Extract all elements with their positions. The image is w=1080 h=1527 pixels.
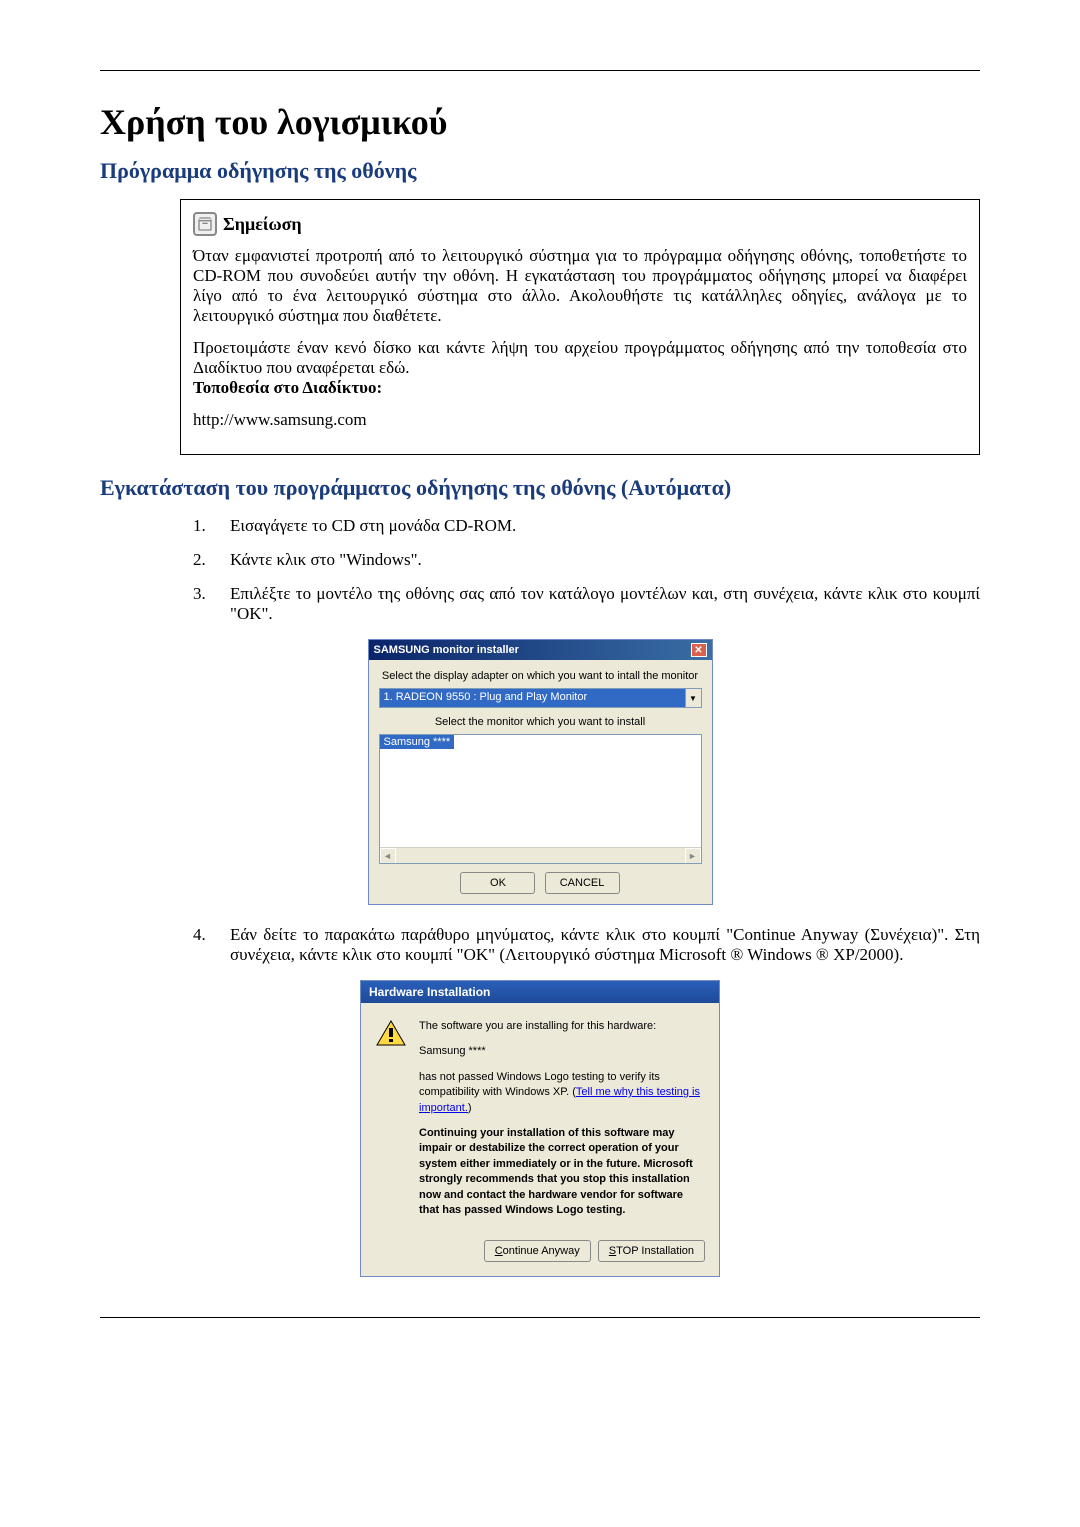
installer-label-adapter: Select the display adapter on which you …	[379, 670, 702, 682]
hardware-dialog: Hardware Installation The software you a…	[360, 980, 720, 1277]
step-1: Εισαγάγετε το CD στη μονάδα CD-ROM.	[210, 516, 980, 536]
hardware-text: The software you are installing for this…	[419, 1019, 705, 1228]
monitor-list[interactable]: Samsung **** ◄ ►	[379, 734, 702, 864]
hardware-content: The software you are installing for this…	[361, 1003, 719, 1240]
install-steps: Εισαγάγετε το CD στη μονάδα CD-ROM. Κάντ…	[180, 516, 980, 624]
note-icon	[193, 212, 217, 236]
close-icon[interactable]: ✕	[691, 643, 707, 657]
installer-titlebar: SAMSUNG monitor installer ✕	[369, 640, 712, 660]
install-steps-continued: Εάν δείτε το παρακάτω παράθυρο μηνύματος…	[180, 925, 980, 965]
stop-installation-button[interactable]: STOP Installation	[598, 1240, 705, 1262]
section-heading-install: Εγκατάσταση του προγράμματος οδήγησης τη…	[100, 475, 980, 501]
note-header: Σημείωση	[193, 212, 967, 236]
hardware-line2: Samsung ****	[419, 1044, 705, 1059]
continue-anyway-button[interactable]: Continue Anyway	[484, 1240, 591, 1262]
step-2: Κάντε κλικ στο "Windows".	[210, 550, 980, 570]
step-4: Εάν δείτε το παρακάτω παράθυρο μηνύματος…	[210, 925, 980, 965]
cancel-button[interactable]: CANCEL	[545, 872, 620, 894]
hardware-warning-bold: Continuing your installation of this sof…	[419, 1126, 705, 1218]
step-3: Επιλέξτε το μοντέλο της οθόνης σας από τ…	[210, 584, 980, 624]
scroll-right-icon[interactable]: ►	[685, 848, 701, 864]
section-heading-driver: Πρόγραμμα οδήγησης της οθόνης	[100, 158, 980, 184]
hardware-titlebar: Hardware Installation	[361, 981, 719, 1003]
warning-icon	[375, 1019, 407, 1047]
top-divider	[100, 70, 980, 71]
scroll-left-icon[interactable]: ◄	[380, 848, 396, 864]
installer-label-monitor: Select the monitor which you want to ins…	[379, 716, 702, 728]
installer-dialog: SAMSUNG monitor installer ✕ Select the d…	[368, 639, 713, 905]
monitor-list-item: Samsung ****	[380, 735, 455, 749]
page-title: Χρήση του λογισμικού	[100, 101, 980, 143]
note-box: Σημείωση Όταν εμφανιστεί προτροπή από το…	[180, 199, 980, 455]
note-url-link[interactable]: http://www.samsung.com	[193, 410, 367, 429]
note-url-label: Τοποθεσία στο Διαδίκτυο:	[193, 378, 382, 397]
chevron-down-icon: ▼	[685, 689, 701, 707]
ok-button[interactable]: OK	[460, 872, 535, 894]
installer-buttons: OK CANCEL	[379, 872, 702, 894]
hardware-buttons: Continue Anyway STOP Installation	[361, 1240, 719, 1276]
hardware-line3: has not passed Windows Logo testing to v…	[419, 1070, 705, 1116]
note-paragraph-1: Όταν εμφανιστεί προτροπή από το λειτουργ…	[193, 246, 967, 326]
note-body: Όταν εμφανιστεί προτροπή από το λειτουργ…	[193, 246, 967, 430]
bottom-divider	[100, 1317, 980, 1318]
note-title: Σημείωση	[223, 214, 302, 235]
installer-title-text: SAMSUNG monitor installer	[374, 644, 519, 656]
hardware-line1: The software you are installing for this…	[419, 1019, 705, 1034]
horizontal-scrollbar[interactable]: ◄ ►	[380, 847, 701, 863]
adapter-selected: 1. RADEON 9550 : Plug and Play Monitor	[380, 689, 685, 707]
installer-content: Select the display adapter on which you …	[369, 660, 712, 904]
note-paragraph-2: Προετοιμάστε έναν κενό δίσκο και κάντε λ…	[193, 338, 967, 398]
adapter-select[interactable]: 1. RADEON 9550 : Plug and Play Monitor ▼	[379, 688, 702, 708]
